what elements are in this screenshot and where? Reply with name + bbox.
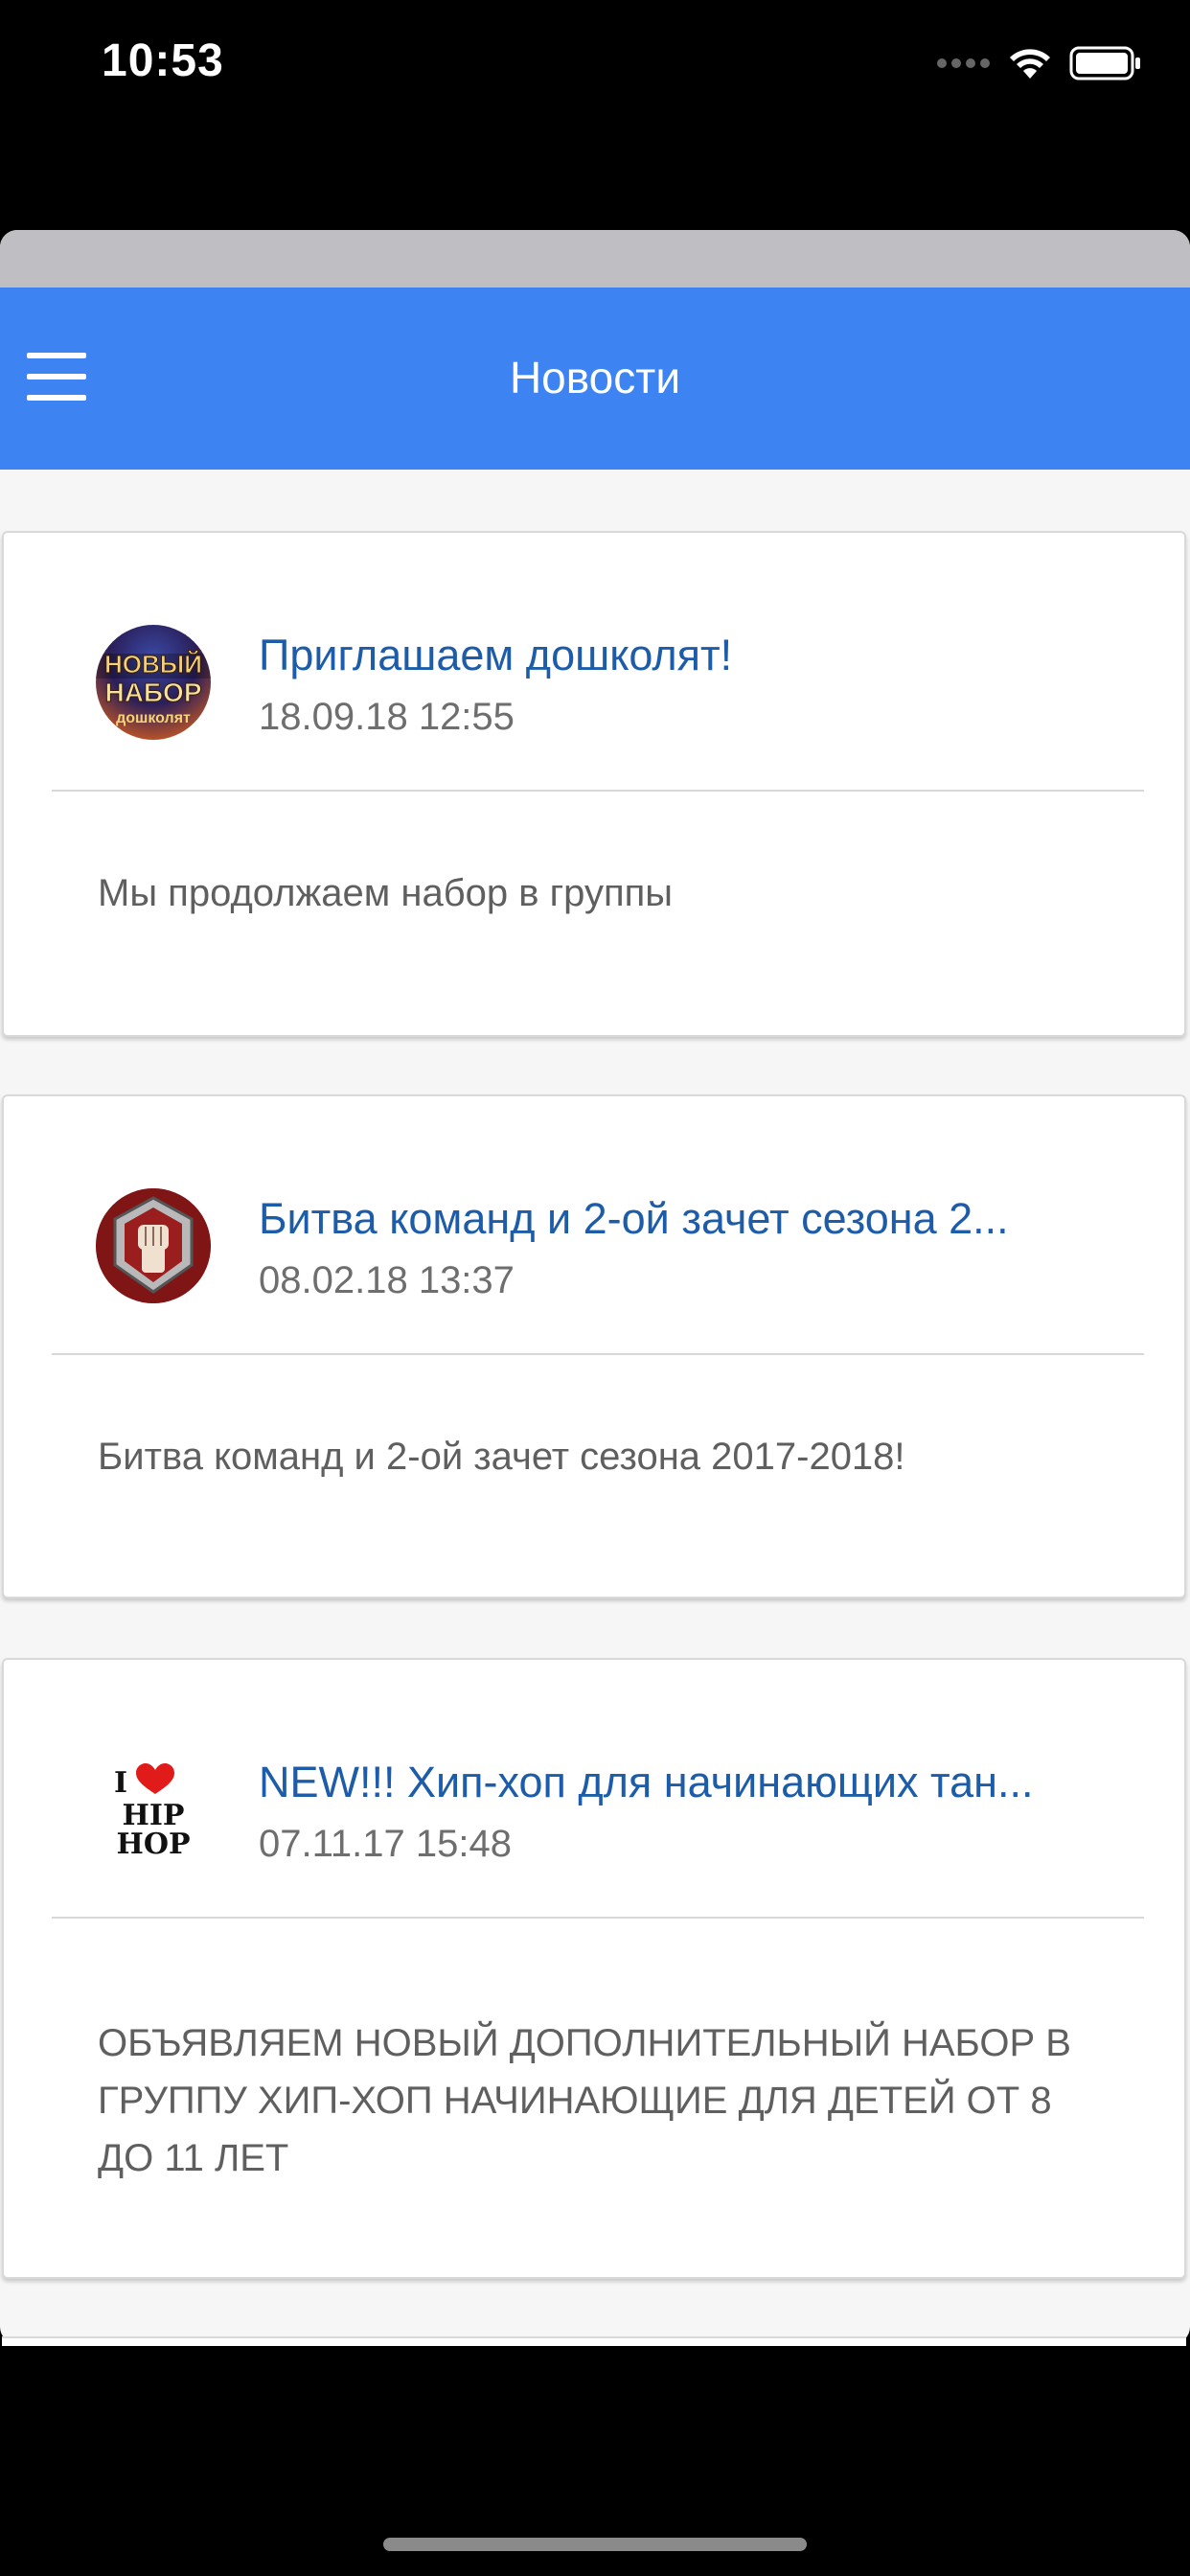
next-card-peek — [2, 2336, 1186, 2346]
news-title: NEW!!! Хип-хоп для начинающих тан... — [259, 1758, 1034, 1806]
news-card-header: I HIP HOP NEW!!! Хип-хоп для начинающих … — [4, 1660, 1184, 1919]
svg-text:дошколят: дошколят — [116, 710, 191, 726]
sheet-top-area — [0, 230, 1190, 288]
i-love-hip-hop-icon: I HIP HOP — [114, 1763, 191, 1861]
divider — [52, 790, 1144, 792]
divider — [52, 1917, 1144, 1919]
svg-text:I: I — [114, 1766, 127, 1800]
navigation-bar: Новости — [0, 288, 1190, 470]
news-title: Битва команд и 2-ой зачет сезона 2... — [259, 1194, 1009, 1243]
news-title: Приглашаем дошколят! — [259, 631, 733, 679]
new-enrollment-logo-icon: НОВЫЙ НАБОР дошколят — [96, 650, 211, 726]
news-avatar: I HIP HOP — [96, 1752, 211, 1867]
news-card-header: Битва команд и 2-ой зачет сезона 2... 08… — [4, 1096, 1184, 1355]
status-time: 10:53 — [102, 35, 224, 86]
news-card[interactable]: I HIP HOP NEW!!! Хип-хоп для начинающих … — [2, 1658, 1186, 2279]
divider — [52, 1353, 1144, 1355]
news-date: 18.09.18 12:55 — [259, 696, 515, 738]
news-avatar: НОВЫЙ НАБОР дошколят — [96, 625, 211, 740]
svg-text:НАБОР: НАБОР — [104, 678, 201, 707]
battery-icon — [1069, 46, 1140, 80]
news-body: Мы продолжаем набор в группы — [98, 872, 674, 914]
status-bar: 10:53 — [0, 0, 1190, 134]
news-body: Битва команд и 2-ой зачет сезона 2017-20… — [98, 1436, 905, 1478]
signal-icon — [937, 58, 990, 68]
news-card-header: НОВЫЙ НАБОР дошколят Приглашаем дошколят… — [4, 533, 1184, 792]
news-avatar — [96, 1188, 211, 1303]
wifi-icon — [1010, 49, 1050, 79]
svg-text:HOP: HOP — [116, 1828, 190, 1861]
svg-text:НОВЫЙ: НОВЫЙ — [104, 650, 202, 678]
home-indicator[interactable] — [383, 2538, 807, 2551]
news-body: ОБЪЯВЛЯЕМ НОВЫЙ ДОПОЛНИТЕЛЬНЫЙ НАБОР В Г… — [98, 2022, 1071, 2179]
news-date: 08.02.18 13:37 — [259, 1259, 515, 1301]
news-date: 07.11.17 15:48 — [259, 1823, 512, 1865]
news-card[interactable]: Битва команд и 2-ой зачет сезона 2... 08… — [2, 1094, 1186, 1598]
news-card[interactable]: НОВЫЙ НАБОР дошколят Приглашаем дошколят… — [2, 531, 1186, 1037]
fist-emblem-icon — [96, 1188, 211, 1303]
status-icons — [937, 46, 1142, 80]
page-title: Новости — [509, 353, 681, 402]
